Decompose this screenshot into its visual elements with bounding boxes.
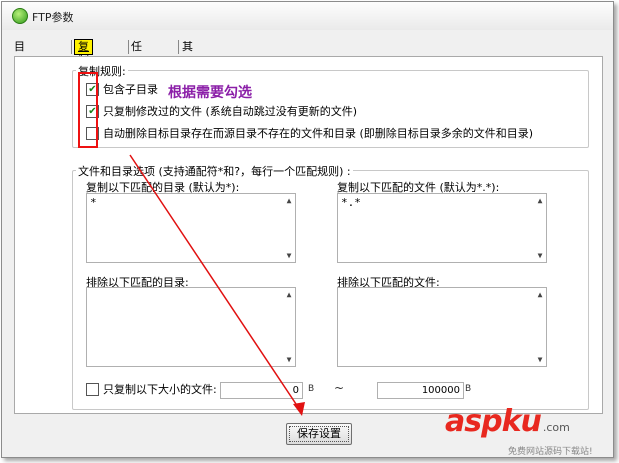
watermark-subtitle: 免费网站源码下载站!: [508, 447, 593, 457]
annotation-arrow-line: [129, 154, 301, 411]
watermark-logo: aspku: [445, 404, 542, 439]
annotation-arrow-layer: [129, 154, 305, 416]
watermark: aspku .com 免费网站源码下载站!: [445, 404, 593, 457]
watermark-domain: .com: [542, 421, 570, 434]
annotation-arrow-head: [293, 402, 305, 416]
